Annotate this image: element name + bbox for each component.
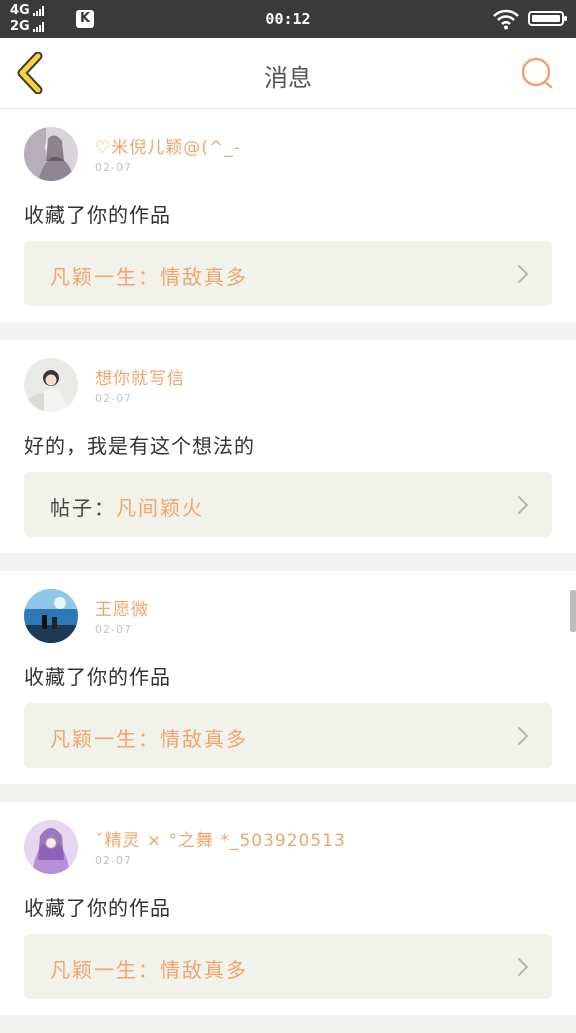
ref-prefix: 帖子： bbox=[50, 496, 116, 520]
message-date: 02-07 bbox=[95, 161, 132, 174]
chevron-right-icon bbox=[518, 727, 529, 745]
scrollbar[interactable] bbox=[570, 590, 576, 632]
battery-icon bbox=[528, 11, 567, 26]
message-card: ♡米倪儿颖@(^_- 02-07 收藏了你的作品 凡颖一生：情敌真多 bbox=[0, 109, 576, 322]
ref-title: 凡颖一生：情敌真多 bbox=[50, 958, 248, 982]
avatar[interactable] bbox=[24, 589, 78, 643]
username[interactable]: 想你就写信 bbox=[95, 364, 185, 389]
message-card: 想你就写信 02-07 好的，我是有这个想法的 帖子：凡间颖火 bbox=[0, 340, 576, 553]
message-text: 好的，我是有这个想法的 bbox=[24, 434, 255, 458]
chevron-right-icon bbox=[518, 958, 529, 976]
username[interactable]: ˇ精灵 × °之舞 *_503920513 bbox=[95, 826, 346, 851]
referenced-work-link[interactable]: 凡颖一生：情敌真多 bbox=[24, 934, 552, 999]
message-text: 收藏了你的作品 bbox=[24, 665, 171, 689]
page-title: 消息 bbox=[264, 64, 312, 92]
referenced-work-link[interactable]: 凡颖一生：情敌真多 bbox=[24, 241, 552, 306]
chevron-right-icon bbox=[518, 496, 529, 514]
avatar[interactable] bbox=[24, 127, 78, 181]
username[interactable]: 王愿微 bbox=[95, 595, 149, 620]
message-card: 王愿微 02-07 收藏了你的作品 凡颖一生：情敌真多 bbox=[0, 571, 576, 784]
ref-title: 凡颖一生：情敌真多 bbox=[50, 727, 248, 751]
username[interactable]: ♡米倪儿颖@(^_- bbox=[95, 133, 241, 158]
ref-text: 凡颖一生：情敌真多 bbox=[50, 723, 248, 752]
message-date: 02-07 bbox=[95, 392, 132, 405]
message-date: 02-07 bbox=[95, 623, 132, 636]
referenced-work-link[interactable]: 凡颖一生：情敌真多 bbox=[24, 703, 552, 768]
clock: 00:12 bbox=[265, 10, 311, 28]
avatar[interactable] bbox=[24, 820, 78, 874]
ref-title: 凡颖一生：情敌真多 bbox=[50, 265, 248, 289]
wifi-icon bbox=[493, 9, 519, 30]
message-list: ♡米倪儿颖@(^_- 02-07 收藏了你的作品 凡颖一生：情敌真多 想你就写信… bbox=[0, 109, 576, 1033]
message-date: 02-07 bbox=[95, 854, 132, 867]
message-text: 收藏了你的作品 bbox=[24, 896, 171, 920]
referenced-post-link[interactable]: 帖子：凡间颖火 bbox=[24, 472, 552, 537]
message-card: ˇ精灵 × °之舞 *_503920513 02-07 收藏了你的作品 凡颖一生… bbox=[0, 802, 576, 1015]
search-icon bbox=[521, 57, 553, 89]
avatar[interactable] bbox=[24, 358, 78, 412]
ref-title: 凡间颖火 bbox=[116, 496, 204, 520]
ref-text: 凡颖一生：情敌真多 bbox=[50, 954, 248, 983]
ref-text: 凡颖一生：情敌真多 bbox=[50, 261, 248, 290]
chevron-right-icon bbox=[518, 265, 529, 283]
ref-text: 帖子：凡间颖火 bbox=[50, 492, 204, 521]
message-text: 收藏了你的作品 bbox=[24, 203, 171, 227]
status-bar: 4G 2G K 00:12 bbox=[0, 0, 576, 38]
search-button[interactable] bbox=[518, 54, 556, 92]
app-header: 消息 bbox=[0, 38, 576, 109]
